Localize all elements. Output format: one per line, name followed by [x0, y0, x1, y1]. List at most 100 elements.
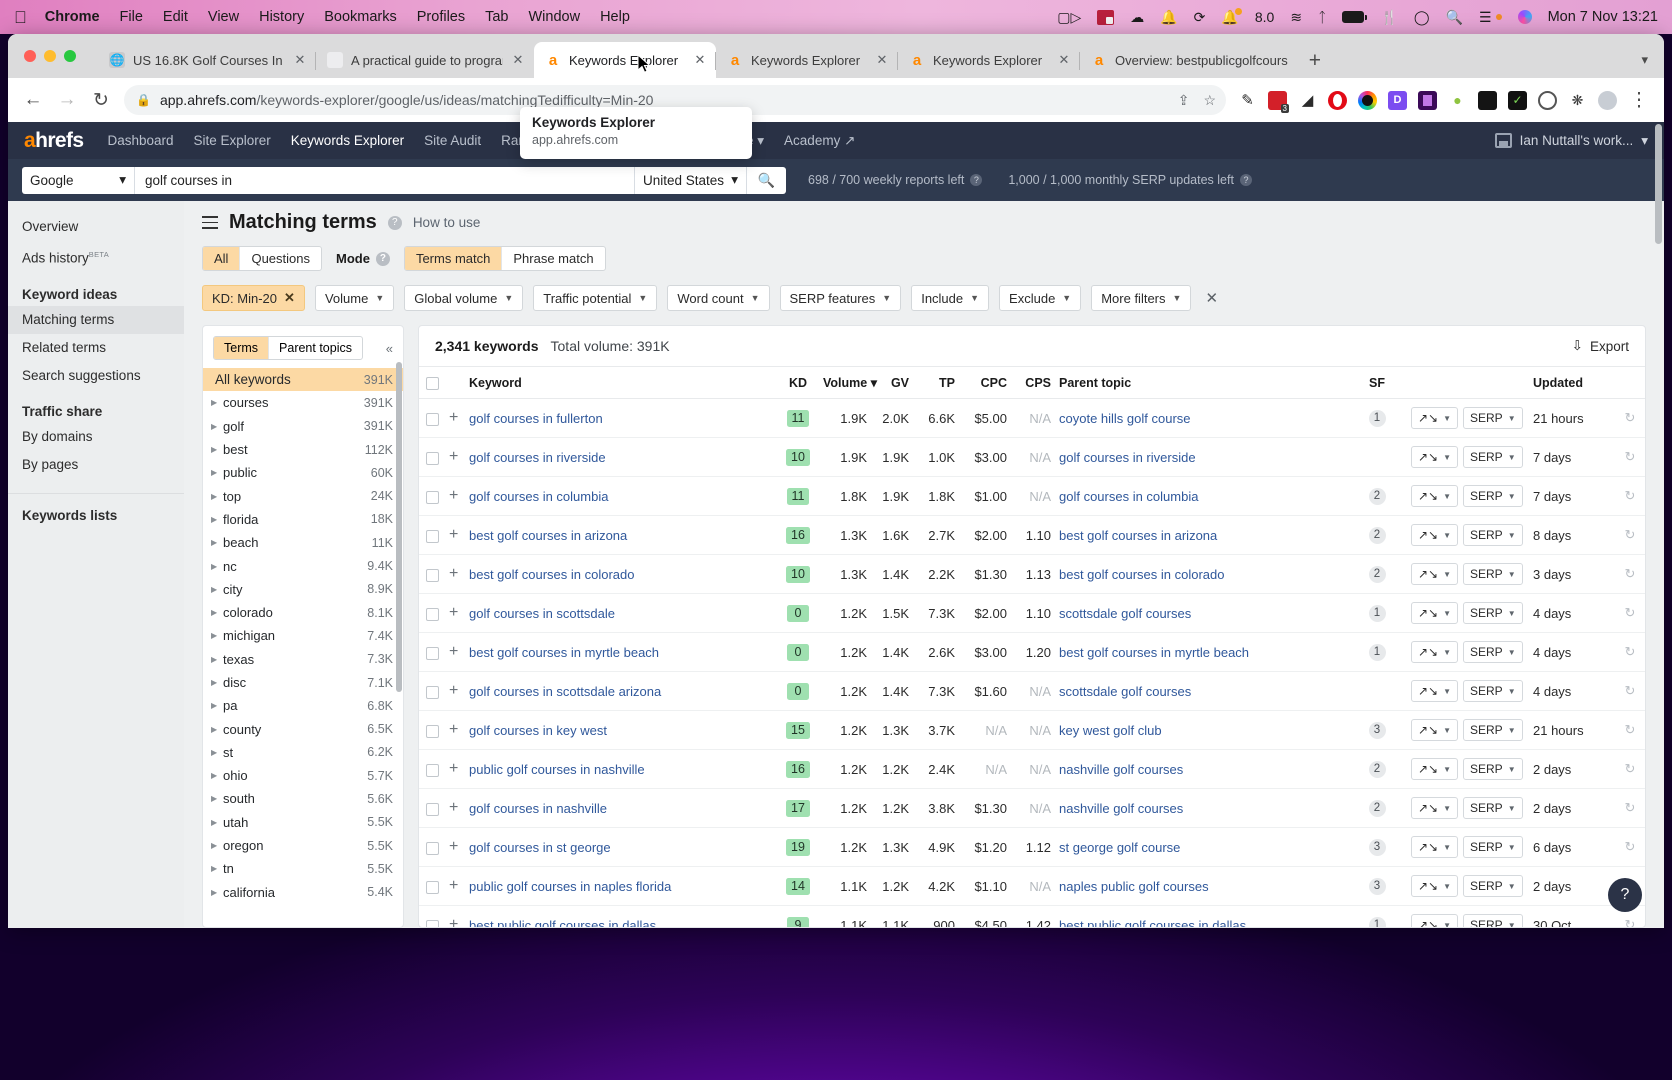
- expand-triangle-icon[interactable]: ▶: [211, 655, 223, 664]
- filter-volume[interactable]: Volume ▼: [314, 285, 395, 311]
- plus-icon[interactable]: +: [449, 799, 458, 816]
- parent-topic-link[interactable]: coyote hills golf course: [1059, 411, 1191, 426]
- refresh-icon[interactable]: ↻: [1625, 917, 1636, 927]
- col-cpc[interactable]: CPC: [959, 366, 1011, 399]
- country-select[interactable]: United States ▾: [634, 166, 746, 194]
- sparkline-cell[interactable]: ↗↘ ▼: [1407, 554, 1459, 594]
- add-keyword-cell[interactable]: +: [445, 554, 465, 594]
- plus-icon[interactable]: +: [449, 877, 458, 894]
- nav-site-explorer[interactable]: Site Explorer: [194, 133, 271, 148]
- battery-icon[interactable]: [1342, 11, 1368, 23]
- keyword-link[interactable]: golf courses in scottsdale arizona: [469, 684, 661, 699]
- search-button[interactable]: 🔍: [746, 166, 786, 194]
- checkbox-icon[interactable]: [425, 802, 439, 816]
- checkbox-icon[interactable]: [425, 685, 439, 699]
- parent-topic-cell[interactable]: scottsdale golf courses: [1055, 593, 1347, 633]
- help-fab-button[interactable]: ?: [1608, 878, 1642, 912]
- add-keyword-cell[interactable]: +: [445, 827, 465, 867]
- terms-row[interactable]: ▶ ohio 5.7K: [203, 764, 403, 787]
- sparkline-button[interactable]: ↗↘ ▼: [1411, 485, 1459, 507]
- segment-phrase-match[interactable]: Phrase match: [501, 247, 604, 270]
- checkbox-icon[interactable]: [425, 376, 439, 390]
- add-keyword-cell[interactable]: +: [445, 671, 465, 711]
- plus-icon[interactable]: +: [449, 487, 458, 504]
- checkbox-icon[interactable]: [425, 490, 439, 504]
- terms-row[interactable]: ▶ st 6.2K: [203, 741, 403, 764]
- table-row[interactable]: + golf courses in fullerton 11 1.9K 2.0K 6.6K…: [419, 398, 1645, 438]
- browser-tab[interactable]: a Keywords Explorer ✕: [715, 42, 898, 78]
- serp-cell[interactable]: SERP ▼: [1459, 827, 1529, 867]
- add-keyword-cell[interactable]: +: [445, 749, 465, 789]
- serp-cell[interactable]: SERP ▼: [1459, 593, 1529, 633]
- expand-triangle-icon[interactable]: ▶: [211, 631, 223, 640]
- checkbox-icon[interactable]: [425, 763, 439, 777]
- checkbox-icon[interactable]: [425, 451, 439, 465]
- how-to-use-link[interactable]: How to use: [413, 215, 481, 230]
- keyword-cell[interactable]: public golf courses in naples florida: [465, 866, 777, 906]
- expand-triangle-icon[interactable]: ▶: [211, 608, 223, 617]
- sparkline-button[interactable]: ↗↘ ▼: [1411, 719, 1459, 741]
- parent-topic-cell[interactable]: key west golf club: [1055, 710, 1347, 750]
- terms-row[interactable]: ▶ best 112K: [203, 438, 403, 461]
- detailed-extension-icon[interactable]: D: [1388, 90, 1407, 110]
- keyword-link[interactable]: golf courses in key west: [469, 723, 607, 738]
- volume-level[interactable]: 8.0: [1255, 10, 1274, 24]
- expand-triangle-icon[interactable]: ▶: [211, 585, 223, 594]
- terms-row[interactable]: ▶ disc 7.1K: [203, 671, 403, 694]
- serp-cell[interactable]: SERP ▼: [1459, 476, 1529, 516]
- parent-topic-link[interactable]: nashville golf courses: [1059, 762, 1183, 777]
- menu-chrome[interactable]: Chrome: [45, 9, 100, 25]
- serp-button[interactable]: SERP ▼: [1463, 485, 1523, 507]
- sparkline-button[interactable]: ↗↘ ▼: [1411, 563, 1459, 585]
- col-cps[interactable]: CPS: [1011, 366, 1055, 399]
- terms-row-all-keywords[interactable]: All keywords 391K: [203, 368, 403, 392]
- expand-triangle-icon[interactable]: ▶: [211, 468, 223, 477]
- sparkline-button[interactable]: ↗↘ ▼: [1411, 914, 1459, 927]
- terms-row[interactable]: ▶ texas 7.3K: [203, 648, 403, 671]
- table-row[interactable]: + best golf courses in colorado 10 1.3K 1.4K…: [419, 554, 1645, 594]
- menu-edit[interactable]: Edit: [163, 9, 188, 25]
- refresh-cell[interactable]: ↻: [1615, 554, 1645, 594]
- terms-row[interactable]: ▶ oregon 5.5K: [203, 834, 403, 857]
- table-row[interactable]: + golf courses in columbia 11 1.8K 1.9K 1.8K $…: [419, 476, 1645, 516]
- serp-button[interactable]: SERP ▼: [1463, 875, 1523, 897]
- keyword-link[interactable]: golf courses in st george: [469, 840, 611, 855]
- keyword-cell[interactable]: golf courses in scottsdale arizona: [465, 671, 777, 711]
- refresh-cell[interactable]: ↻: [1615, 788, 1645, 828]
- plus-icon[interactable]: +: [449, 409, 458, 426]
- nav-academy[interactable]: Academy ↗: [784, 133, 855, 149]
- close-tab-icon[interactable]: ✕: [293, 52, 307, 68]
- refresh-icon[interactable]: ↻: [1625, 449, 1636, 464]
- serp-cell[interactable]: SERP ▼: [1459, 515, 1529, 555]
- browser-tab[interactable]: a Keywords Explorer ✕: [897, 42, 1080, 78]
- row-checkbox-cell[interactable]: [419, 788, 445, 828]
- parent-topic-link[interactable]: scottsdale golf courses: [1059, 684, 1191, 699]
- refresh-icon[interactable]: ↻: [1625, 683, 1636, 698]
- sparkline-button[interactable]: ↗↘ ▼: [1411, 680, 1459, 702]
- keyword-cell[interactable]: golf courses in key west: [465, 710, 777, 750]
- serp-button[interactable]: SERP ▼: [1463, 407, 1523, 429]
- row-checkbox-cell[interactable]: [419, 749, 445, 789]
- refresh-icon[interactable]: ↻: [1625, 644, 1636, 659]
- keyword-link[interactable]: public golf courses in nashville: [469, 762, 645, 777]
- refresh-cell[interactable]: ↻: [1615, 437, 1645, 477]
- help-icon[interactable]: ?: [375, 251, 390, 266]
- refresh-icon[interactable]: ↻: [1625, 839, 1636, 854]
- clear-filters-icon[interactable]: ✕: [1205, 289, 1218, 307]
- sidebar-item-matching-terms[interactable]: Matching terms: [8, 305, 184, 334]
- parent-topic-cell[interactable]: best golf courses in myrtle beach: [1055, 632, 1347, 672]
- checkbox-icon[interactable]: [425, 412, 439, 426]
- parent-topic-link[interactable]: scottsdale golf courses: [1059, 606, 1191, 621]
- keyword-link[interactable]: golf courses in columbia: [469, 489, 608, 504]
- add-keyword-cell[interactable]: +: [445, 515, 465, 555]
- refresh-cell[interactable]: ↻: [1615, 593, 1645, 633]
- menu-bookmarks[interactable]: Bookmarks: [324, 9, 397, 25]
- clockwise-icon[interactable]: ⟳: [1194, 10, 1206, 24]
- parent-topic-link[interactable]: st george golf course: [1059, 840, 1180, 855]
- bookmark-star-icon[interactable]: ☆: [1203, 92, 1216, 109]
- keyword-cell[interactable]: golf courses in fullerton: [465, 398, 777, 438]
- serp-button[interactable]: SERP ▼: [1463, 797, 1523, 819]
- serp-button[interactable]: SERP ▼: [1463, 836, 1523, 858]
- keyword-link[interactable]: golf courses in scottsdale: [469, 606, 615, 621]
- parent-topic-cell[interactable]: golf courses in columbia: [1055, 476, 1347, 516]
